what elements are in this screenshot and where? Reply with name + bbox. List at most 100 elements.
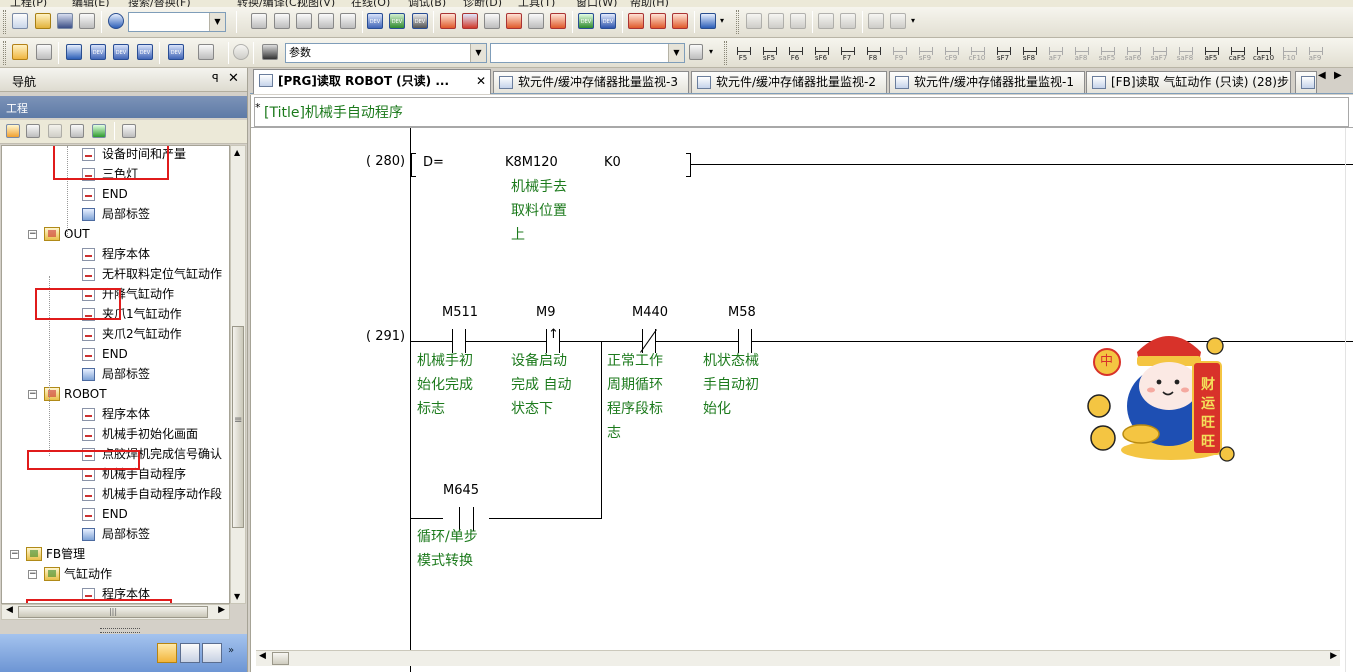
transfer-setup-icon[interactable]: [700, 13, 716, 29]
copy-icon[interactable]: [274, 13, 290, 29]
ladder-symbol-button[interactable]: F9: [888, 43, 910, 63]
monitor-stop-icon[interactable]: DEV: [600, 13, 616, 29]
project-view-icon[interactable]: [157, 643, 177, 663]
overflow-tab[interactable]: [1295, 71, 1317, 93]
simulation-settings-icon[interactable]: [672, 13, 688, 29]
ladder-editor[interactable]: * [Title]机械手自动程序 ( 280) D= K8M120 K0 机械手…: [250, 95, 1353, 672]
ladder-symbol-button[interactable]: cF10: [966, 43, 988, 63]
toolbar-grip[interactable]: [3, 41, 6, 65]
ladder-symbol-button[interactable]: F5: [732, 43, 754, 63]
ladder-tool-4-icon[interactable]: [818, 13, 834, 29]
collapse-icon[interactable]: −: [28, 230, 37, 239]
collapse-icon[interactable]: −: [28, 570, 37, 579]
contact-m440[interactable]: M440: [607, 305, 697, 353]
ladder-symbol-button[interactable]: saF8: [1174, 43, 1196, 63]
scroll-thumb[interactable]: [232, 326, 244, 528]
toolbar-overflow-icon[interactable]: ▾: [911, 13, 920, 29]
editor-tab[interactable]: [FB]读取 气缸动作 (只读) (28)步: [1086, 71, 1291, 93]
list-icon[interactable]: [66, 44, 82, 60]
scroll-up-icon[interactable]: ▲: [234, 148, 240, 157]
device-replace-icon[interactable]: DEV: [389, 13, 405, 29]
toolbar-overflow-icon[interactable]: ▾: [709, 44, 718, 60]
ladder-symbol-button[interactable]: aF7: [1044, 43, 1066, 63]
verify-plc-icon[interactable]: [484, 13, 500, 29]
menu-item[interactable]: 窗口(W): [576, 0, 617, 7]
collapse-icon[interactable]: −: [10, 550, 19, 559]
menu-item[interactable]: 调试(B): [408, 0, 446, 7]
ladder-symbol-button[interactable]: saF5: [1096, 43, 1118, 63]
tree-horizontal-scrollbar[interactable]: ◀ ||| ▶: [1, 604, 230, 620]
compare-instruction[interactable]: D= K8M120 K0: [411, 153, 694, 177]
device-comment-icon[interactable]: DEV: [90, 44, 106, 60]
project-view-icon[interactable]: [12, 44, 28, 60]
ladder-symbol-button[interactable]: F8: [862, 43, 884, 63]
pin-icon[interactable]: ꟼ: [212, 72, 219, 85]
tab-scroll-left-icon[interactable]: ◀: [1318, 70, 1326, 81]
ladder-symbol-button[interactable]: sF5: [758, 43, 780, 63]
tree-vertical-scrollbar[interactable]: ▲ ▼: [230, 145, 246, 604]
menu-item[interactable]: 在线(O): [351, 0, 390, 7]
chevron-more-icon[interactable]: »: [228, 645, 234, 656]
online-icon[interactable]: [528, 13, 544, 29]
paste-data-icon[interactable]: [48, 124, 62, 138]
refresh-icon[interactable]: [92, 124, 106, 138]
collapse-icon[interactable]: −: [28, 390, 37, 399]
new-file-icon[interactable]: [12, 13, 28, 29]
menu-item[interactable]: 诊断(D): [463, 0, 502, 7]
ladder-symbol-button[interactable]: sF6: [810, 43, 832, 63]
menu-item[interactable]: 搜索/替换(F): [128, 0, 191, 7]
monitor-start-icon[interactable]: DEV: [578, 13, 594, 29]
scroll-down-icon[interactable]: ▼: [234, 592, 240, 601]
find-dropdown-icon[interactable]: [198, 44, 214, 60]
simulation-start-icon[interactable]: [628, 13, 644, 29]
ladder-symbol-button[interactable]: cF9: [940, 43, 962, 63]
close-tab-icon[interactable]: ✕: [476, 71, 486, 92]
editor-horizontal-scrollbar[interactable]: ◀ ▶: [256, 650, 1340, 666]
write-plc-icon[interactable]: [440, 13, 456, 29]
ladder-symbol-button[interactable]: F7: [836, 43, 858, 63]
close-icon[interactable]: ✕: [228, 71, 239, 86]
contact-m58[interactable]: M58: [703, 305, 793, 353]
ladder-tool-1-icon[interactable]: [746, 13, 762, 29]
open-folder-icon[interactable]: [35, 13, 51, 29]
scroll-thumb[interactable]: |||: [18, 606, 208, 618]
device-list-icon[interactable]: DEV: [137, 44, 153, 60]
help-icon[interactable]: [108, 13, 124, 29]
redo-icon[interactable]: [340, 13, 356, 29]
ladder-symbol-button[interactable]: saF7: [1148, 43, 1170, 63]
contact-m511[interactable]: M511: [417, 305, 507, 353]
contact-m645[interactable]: M645: [443, 483, 489, 531]
device-batch-icon[interactable]: DEV: [412, 13, 428, 29]
ladder-symbol-button[interactable]: sF8: [1018, 43, 1040, 63]
ladder-symbol-button[interactable]: sF9: [914, 43, 936, 63]
property-icon[interactable]: [70, 124, 84, 138]
contact-m9[interactable]: M9 ↑: [511, 305, 601, 353]
document-icon[interactable]: [689, 44, 703, 60]
ladder-tool-2-icon[interactable]: [768, 13, 784, 29]
editor-tab[interactable]: [PRG]读取 ROBOT (只读) ... ✕: [253, 69, 491, 94]
save-icon[interactable]: [57, 13, 73, 29]
toolbar-grip[interactable]: [3, 10, 6, 34]
stop-icon[interactable]: [550, 13, 566, 29]
module-config-icon[interactable]: [36, 44, 52, 60]
ladder-symbol-button[interactable]: F10: [1278, 43, 1300, 63]
device-search-icon[interactable]: DEV: [367, 13, 383, 29]
cut-icon[interactable]: [251, 13, 267, 29]
ladder-symbol-button[interactable]: aF8: [1070, 43, 1092, 63]
menu-item[interactable]: 视图(V): [297, 0, 335, 7]
menu-item[interactable]: 编辑(E): [72, 0, 110, 7]
ladder-symbol-button[interactable]: saF6: [1122, 43, 1144, 63]
editor-tab[interactable]: 软元件/缓冲存储器批量监视-1: [889, 71, 1085, 93]
remote-op-icon[interactable]: [506, 13, 522, 29]
copy-data-icon[interactable]: [26, 124, 40, 138]
new-data-icon[interactable]: [6, 124, 20, 138]
scroll-right-icon[interactable]: ▶: [1330, 651, 1337, 661]
paste-icon[interactable]: [296, 13, 312, 29]
ladder-symbol-button[interactable]: caF10: [1252, 43, 1274, 63]
ladder-tool-5-icon[interactable]: [840, 13, 856, 29]
menu-item[interactable]: 工程(P): [10, 0, 47, 7]
editor-tab[interactable]: 软元件/缓冲存储器批量监视-3: [493, 71, 689, 93]
menu-item[interactable]: 帮助(H): [630, 0, 669, 7]
ladder-symbol-button[interactable]: F6: [784, 43, 806, 63]
tab-scroll-right-icon[interactable]: ▶: [1334, 70, 1342, 81]
